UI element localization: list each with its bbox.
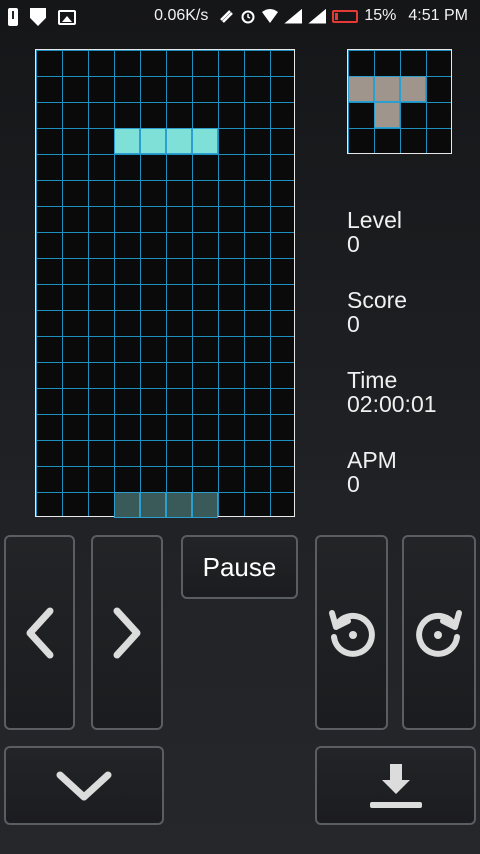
pause-button[interactable]: Pause: [181, 535, 298, 599]
time-value: 02:00:01: [347, 391, 437, 417]
score-label: Score: [347, 287, 408, 313]
next-piece-block: [374, 102, 400, 128]
download-arrow-icon: [369, 763, 422, 808]
battery-icon: [332, 9, 359, 23]
chevron-right-icon: [113, 607, 141, 658]
vibrate-icon: [220, 10, 234, 23]
clock: 4:51 PM: [408, 7, 468, 24]
move-right-button[interactable]: [91, 535, 163, 730]
rotate-cw-button[interactable]: [402, 535, 476, 730]
game-board[interactable]: [35, 49, 295, 518]
time-stat: Time 02:00:01: [347, 368, 437, 416]
apm-label: APM: [347, 447, 397, 473]
apm-stat: APM 0: [347, 448, 397, 496]
signal-icon-2: [308, 8, 327, 24]
ghost-piece-block: [140, 492, 166, 518]
notification-icons: [8, 8, 76, 26]
status-bar: 0.06K/s 15% 4:51 PM: [0, 0, 480, 36]
rotate-ccw-button[interactable]: [315, 535, 388, 730]
shield-icon: [30, 8, 46, 26]
rotate-ccw-icon: [328, 609, 375, 657]
next-piece-preview: [347, 49, 452, 154]
next-piece-block: [348, 76, 374, 102]
alert-icon: [8, 8, 18, 26]
soft-drop-button[interactable]: [4, 746, 164, 825]
pause-label: Pause: [202, 551, 277, 582]
rotate-cw-icon: [416, 609, 462, 657]
image-icon: [58, 9, 76, 25]
system-icons: 0.06K/s 15% 4:51 PM: [154, 7, 468, 25]
score-stat: Score 0: [347, 288, 407, 336]
chevron-left-icon: [26, 607, 53, 658]
active-piece-block: [114, 128, 140, 154]
level-stat: Level 0: [347, 208, 402, 256]
ghost-piece-block: [114, 492, 140, 518]
alarm-icon: [241, 10, 255, 24]
level-label: Level: [347, 207, 402, 233]
network-speed: 0.06K/s: [154, 7, 209, 24]
signal-icon: [284, 8, 303, 24]
apm-value: 0: [347, 471, 360, 497]
ghost-piece-block: [166, 492, 192, 518]
active-piece-block: [166, 128, 192, 154]
active-piece-block: [140, 128, 166, 154]
next-piece-block: [400, 76, 426, 102]
active-piece-block: [192, 128, 218, 154]
move-left-button[interactable]: [4, 535, 75, 730]
chevron-down-icon: [56, 771, 112, 800]
hard-drop-button[interactable]: [315, 746, 476, 825]
level-value: 0: [347, 231, 360, 257]
score-value: 0: [347, 311, 360, 337]
ghost-piece-block: [192, 492, 218, 518]
battery-percent: 15%: [364, 7, 397, 24]
wifi-icon: [262, 9, 279, 23]
next-piece-block: [374, 76, 400, 102]
time-label: Time: [347, 367, 398, 393]
